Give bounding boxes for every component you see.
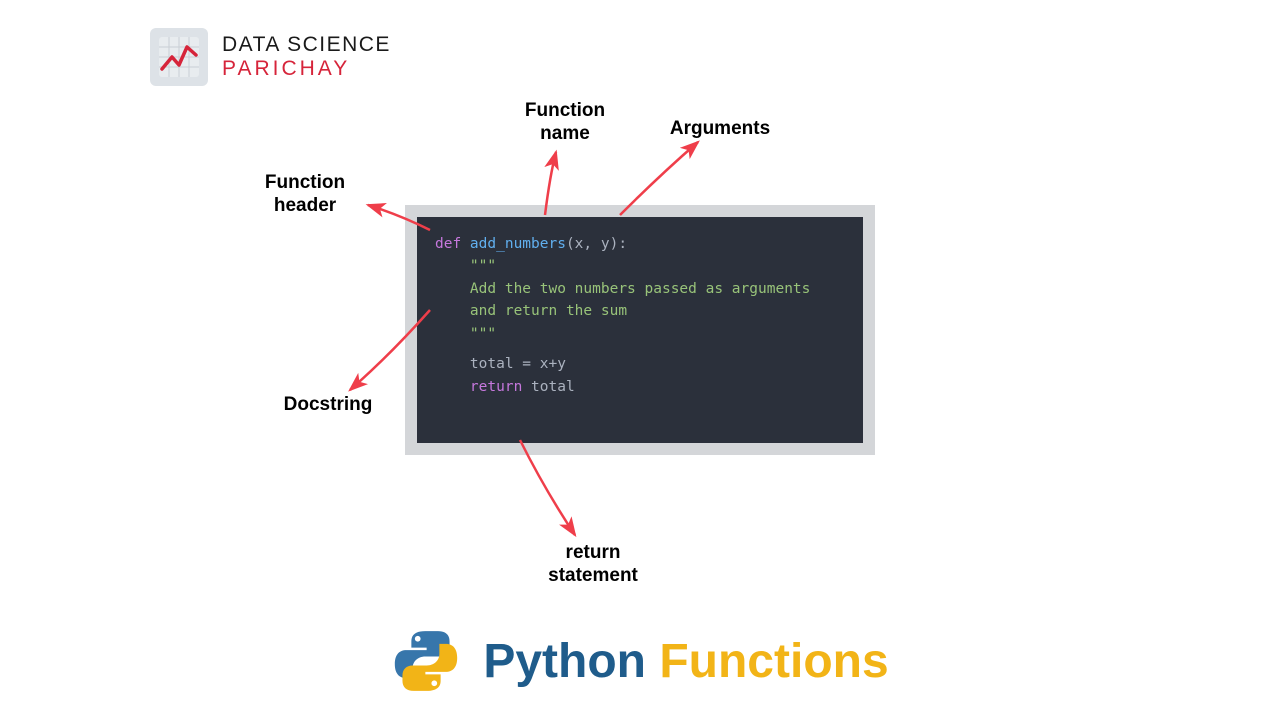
label-function-header: Functionheader: [245, 172, 365, 218]
docstring-close: """: [435, 323, 845, 345]
colon-token: :: [618, 236, 627, 252]
keyword-return: return: [435, 379, 531, 395]
docstring-line2: and return the sum: [435, 300, 845, 322]
code-block: def add_numbers(x, y): """ Add the two n…: [417, 217, 863, 443]
label-function-name: Functionname: [505, 100, 625, 146]
params-token: (x, y): [566, 236, 618, 252]
brand-text: DATA SCIENCE PARICHAY: [222, 33, 391, 81]
title-word-functions: Functions: [659, 635, 888, 688]
code-line-header: def add_numbers(x, y):: [435, 233, 845, 255]
code-stamp-frame: def add_numbers(x, y): """ Add the two n…: [395, 195, 885, 465]
chart-icon: [150, 28, 208, 86]
brand-line2: PARICHAY: [222, 57, 391, 81]
footer: Python Functions: [0, 626, 1280, 696]
blank-line: [435, 345, 845, 353]
keyword-def: def: [435, 236, 470, 252]
label-docstring: Docstring: [268, 394, 388, 417]
label-return-statement: returnstatement: [528, 542, 658, 588]
label-arguments: Arguments: [660, 118, 780, 141]
python-logo-icon: [391, 626, 461, 696]
function-name-token: add_numbers: [470, 236, 566, 252]
brand-line1: DATA SCIENCE: [222, 33, 391, 57]
return-line: return total: [435, 376, 845, 398]
return-value: total: [531, 379, 575, 395]
title-word-python: Python: [483, 635, 659, 688]
brand-logo: DATA SCIENCE PARICHAY: [150, 28, 391, 86]
assignment-line: total = x+y: [435, 353, 845, 375]
docstring-open: """: [435, 255, 845, 277]
page-title: Python Functions: [483, 634, 888, 689]
docstring-line1: Add the two numbers passed as arguments: [435, 278, 845, 300]
